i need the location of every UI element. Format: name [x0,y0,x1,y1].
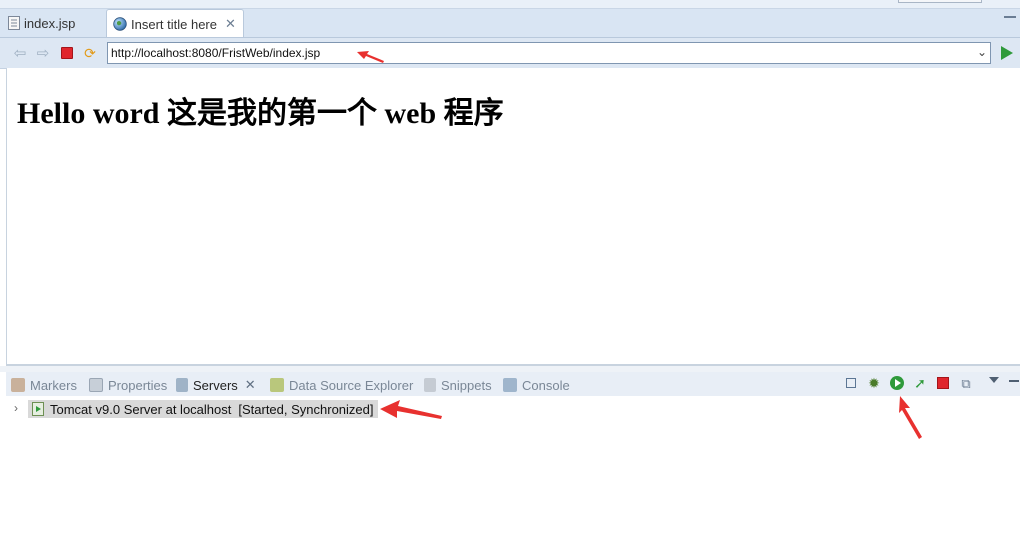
chevron-down-icon[interactable]: ⌄ [977,45,987,59]
tab-label: index.jsp [24,15,76,31]
tab-console[interactable]: Console [503,375,570,395]
publish-icon[interactable]: ⧉ [958,375,974,391]
markers-icon [11,378,25,392]
server-name: Tomcat v9.0 Server at localhost [50,401,232,417]
go-icon[interactable] [1001,46,1013,60]
close-tab-icon[interactable]: ✕ [225,16,236,32]
forward-arrow-icon[interactable]: ⇨ [34,44,52,62]
jsp-file-icon [8,16,20,30]
start-server-icon[interactable] [889,375,905,391]
tab-insert-title-here[interactable]: Insert title here ✕ [106,9,244,38]
tab-label: Snippets [441,377,492,393]
properties-icon [89,378,103,392]
debug-server-icon[interactable]: ✹ [866,375,882,391]
minimize-icon[interactable] [1009,380,1019,382]
tab-data-source-explorer[interactable]: Data Source Explorer [270,375,413,395]
window-top-border [0,0,1020,9]
servers-list: › Tomcat v9.0 Server at localhost [Start… [6,396,1020,550]
annotation-arrow-server [380,400,442,419]
back-arrow-icon[interactable]: ⇦ [11,44,29,62]
tab-index-jsp[interactable]: index.jsp [8,10,104,36]
close-tab-icon[interactable]: ✕ [245,377,256,393]
quick-access-field[interactable] [898,0,982,3]
chevron-right-icon[interactable]: › [14,401,18,415]
view-menu-icon[interactable] [989,377,999,383]
browser-content: Hello word 这是我的第一个 web 程序 [6,68,1020,364]
browser-toolbar: ⇦ ⇨ ⟳ ⌄ [0,37,1020,69]
globe-icon [113,17,127,31]
server-row[interactable]: Tomcat v9.0 Server at localhost [Started… [28,400,378,418]
stop-server-icon[interactable] [935,375,951,391]
tab-servers[interactable]: Servers ✕ [176,375,256,395]
tab-label: Data Source Explorer [289,377,414,393]
page-heading: Hello word 这是我的第一个 web 程序 [17,97,504,130]
tab-label: Console [522,377,570,393]
tab-label: Markers [30,377,77,393]
stop-icon[interactable] [58,44,76,62]
tab-label: Properties [108,377,168,393]
servers-icon [176,378,188,392]
url-input[interactable] [111,44,961,62]
tab-markers[interactable]: Markers [11,375,77,395]
profile-server-icon[interactable]: ➚ [912,375,928,391]
tab-properties[interactable]: Properties [89,375,167,395]
console-icon [503,378,517,392]
tab-label: Servers [193,377,238,393]
data-source-icon [270,378,284,392]
tab-label: Insert title here [131,16,217,32]
minimize-icon[interactable] [1004,16,1016,18]
collapse-all-icon[interactable] [843,375,859,391]
annotation-arrow-url [357,51,384,63]
tab-snippets[interactable]: Snippets [424,375,492,395]
snippets-icon [424,378,436,392]
url-bar[interactable]: ⌄ [107,42,991,64]
server-status: [Started, Synchronized] [238,401,374,417]
refresh-icon[interactable]: ⟳ [81,44,99,62]
tomcat-server-icon [32,402,44,416]
annotation-arrow-start [899,396,922,439]
